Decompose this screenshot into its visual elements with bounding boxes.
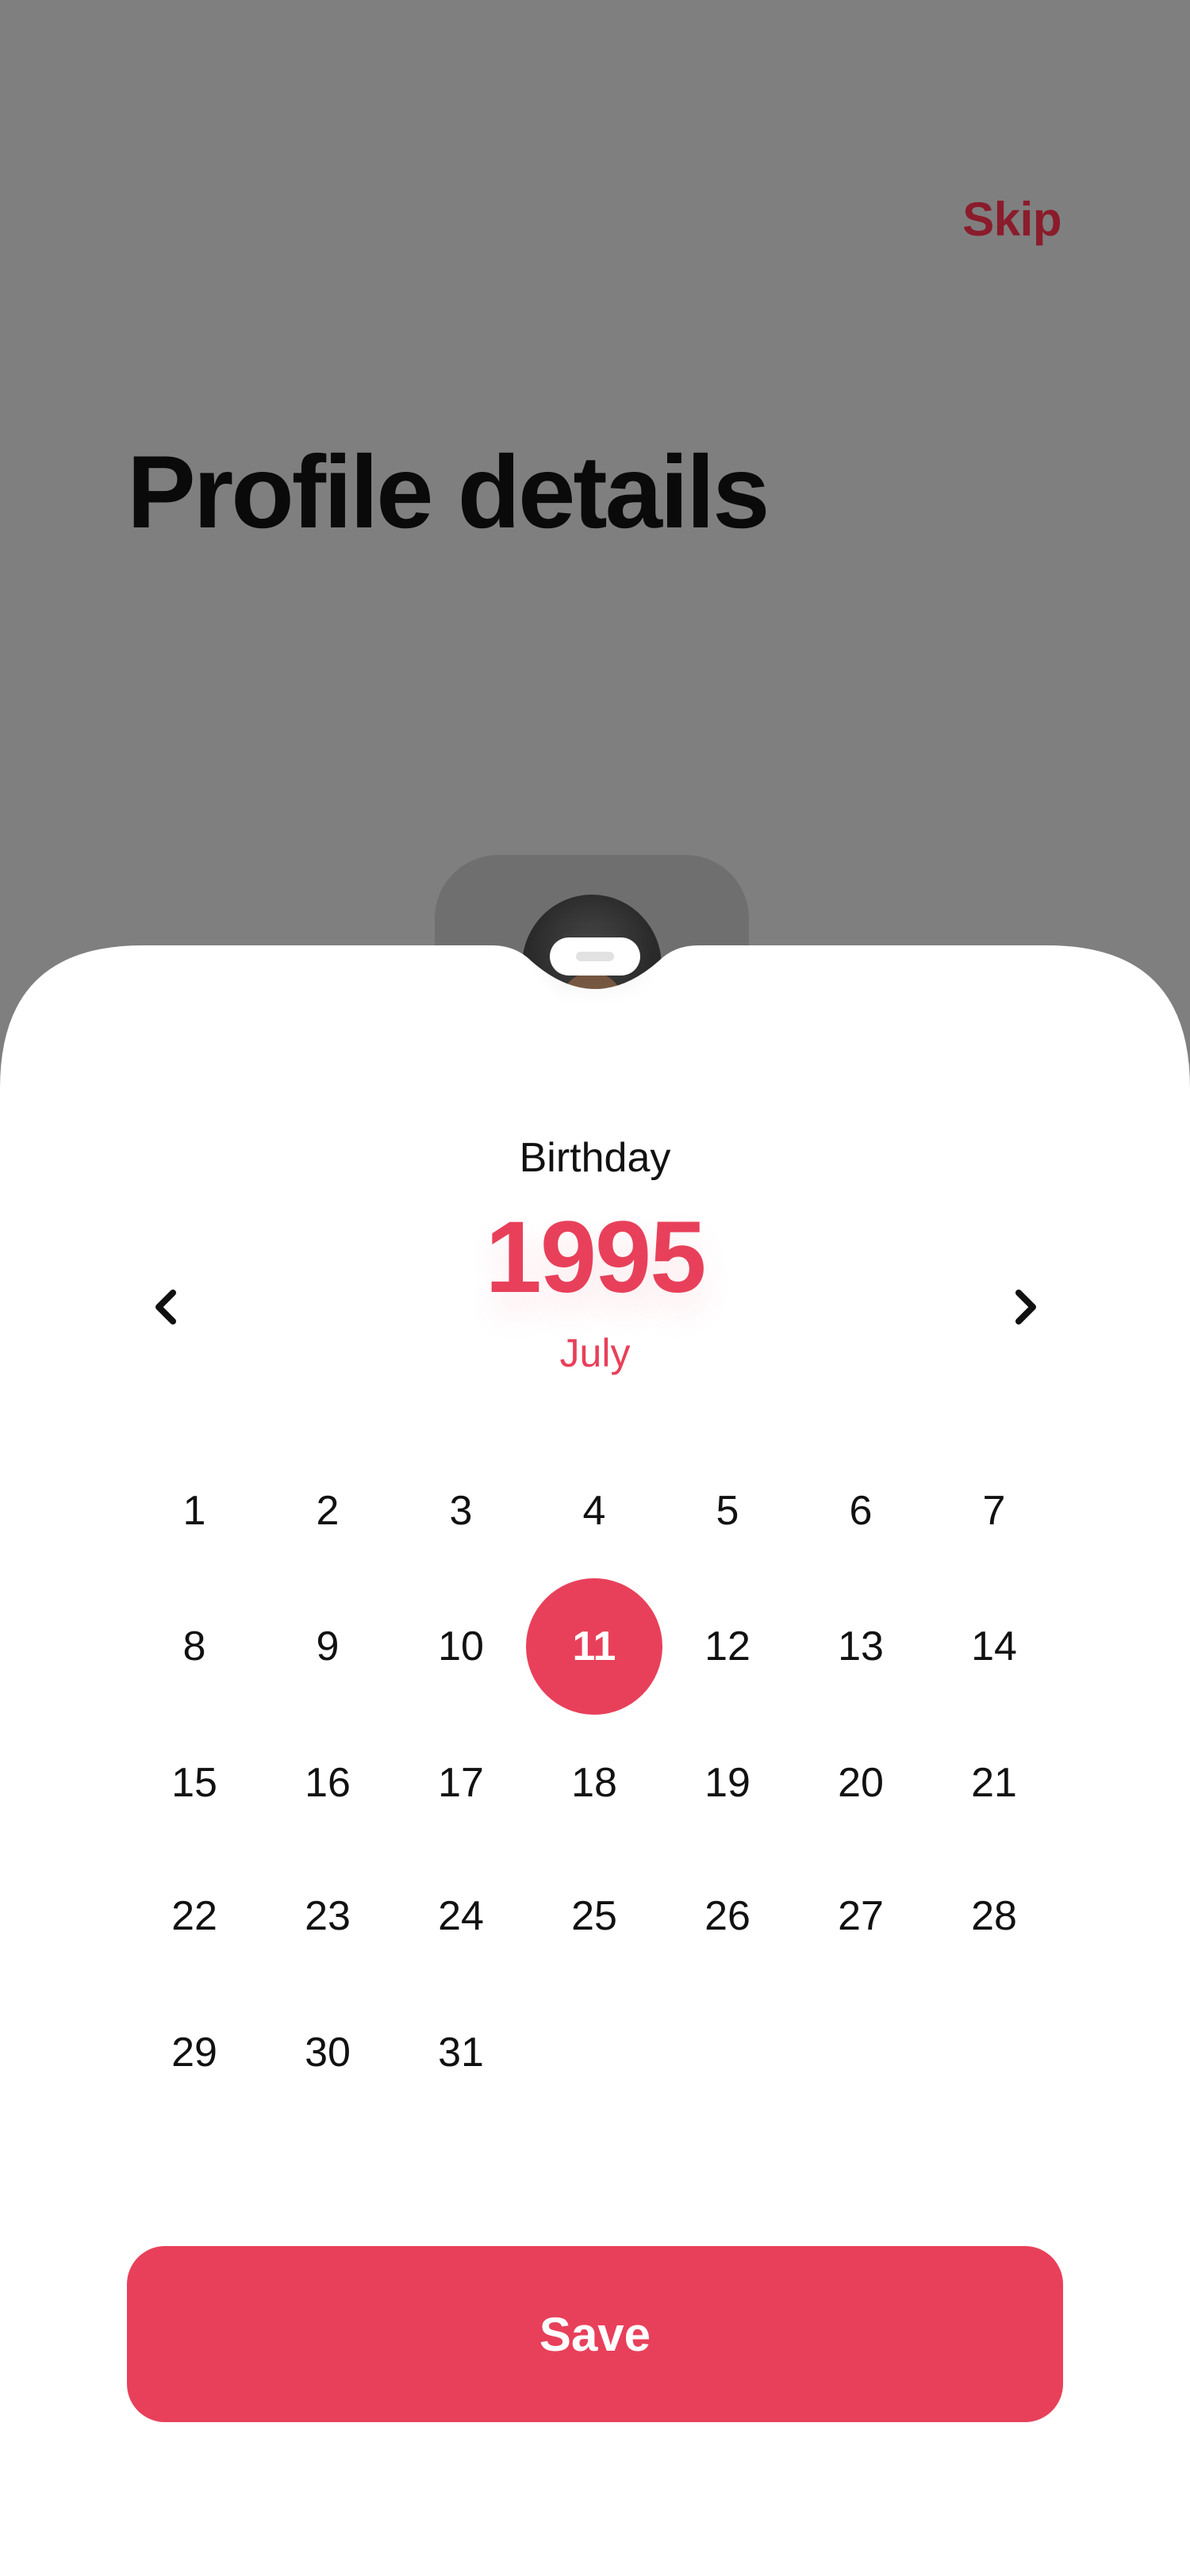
- calendar-day[interactable]: 20: [793, 1715, 929, 1851]
- calendar-day[interactable]: 23: [259, 1848, 396, 1984]
- calendar-day[interactable]: 4: [526, 1443, 662, 1579]
- calendar-day[interactable]: 6: [793, 1443, 929, 1579]
- previous-month-button[interactable]: [143, 1283, 190, 1331]
- calendar-day[interactable]: 10: [393, 1578, 529, 1715]
- calendar-day[interactable]: 9: [259, 1578, 396, 1715]
- calendar-day[interactable]: 27: [793, 1848, 929, 1984]
- calendar-day[interactable]: 18: [526, 1715, 662, 1851]
- calendar-day[interactable]: 29: [126, 1984, 263, 2121]
- sheet-drag-handle[interactable]: [550, 937, 640, 976]
- calendar-day[interactable]: 19: [659, 1715, 796, 1851]
- save-button[interactable]: Save: [127, 2246, 1063, 2422]
- calendar-day[interactable]: 5: [659, 1443, 796, 1579]
- page-title: Profile details: [127, 434, 770, 550]
- drag-handle-bar: [576, 952, 614, 961]
- calendar-day[interactable]: 8: [126, 1578, 263, 1715]
- calendar-day[interactable]: 13: [793, 1578, 929, 1715]
- calendar-day[interactable]: 12: [659, 1578, 796, 1715]
- calendar-day[interactable]: 31: [393, 1984, 529, 2121]
- calendar-day[interactable]: 30: [259, 1984, 396, 2121]
- calendar-day[interactable]: 26: [659, 1848, 796, 1984]
- calendar-day[interactable]: 25: [526, 1848, 662, 1984]
- skip-button[interactable]: Skip: [962, 192, 1061, 247]
- calendar-day[interactable]: 28: [926, 1848, 1062, 1984]
- calendar-day[interactable]: 17: [393, 1715, 529, 1851]
- calendar-day[interactable]: 2: [259, 1443, 396, 1579]
- chevron-left-icon: [155, 1290, 176, 1324]
- month-display[interactable]: July: [0, 1330, 1190, 1376]
- calendar-day-selected[interactable]: 11: [526, 1578, 662, 1715]
- calendar-day[interactable]: 7: [926, 1443, 1062, 1579]
- calendar-day[interactable]: 3: [393, 1443, 529, 1579]
- calendar-day[interactable]: 24: [393, 1848, 529, 1984]
- calendar-day[interactable]: 1: [126, 1443, 263, 1579]
- birthday-label: Birthday: [519, 1135, 671, 1181]
- calendar-day[interactable]: 15: [126, 1715, 263, 1851]
- calendar-day[interactable]: 22: [126, 1848, 263, 1984]
- calendar-day[interactable]: 16: [259, 1715, 396, 1851]
- calendar-day[interactable]: 21: [926, 1715, 1062, 1851]
- calendar-day[interactable]: 14: [926, 1578, 1062, 1715]
- next-month-button[interactable]: [1001, 1283, 1049, 1331]
- chevron-right-icon: [1015, 1290, 1036, 1324]
